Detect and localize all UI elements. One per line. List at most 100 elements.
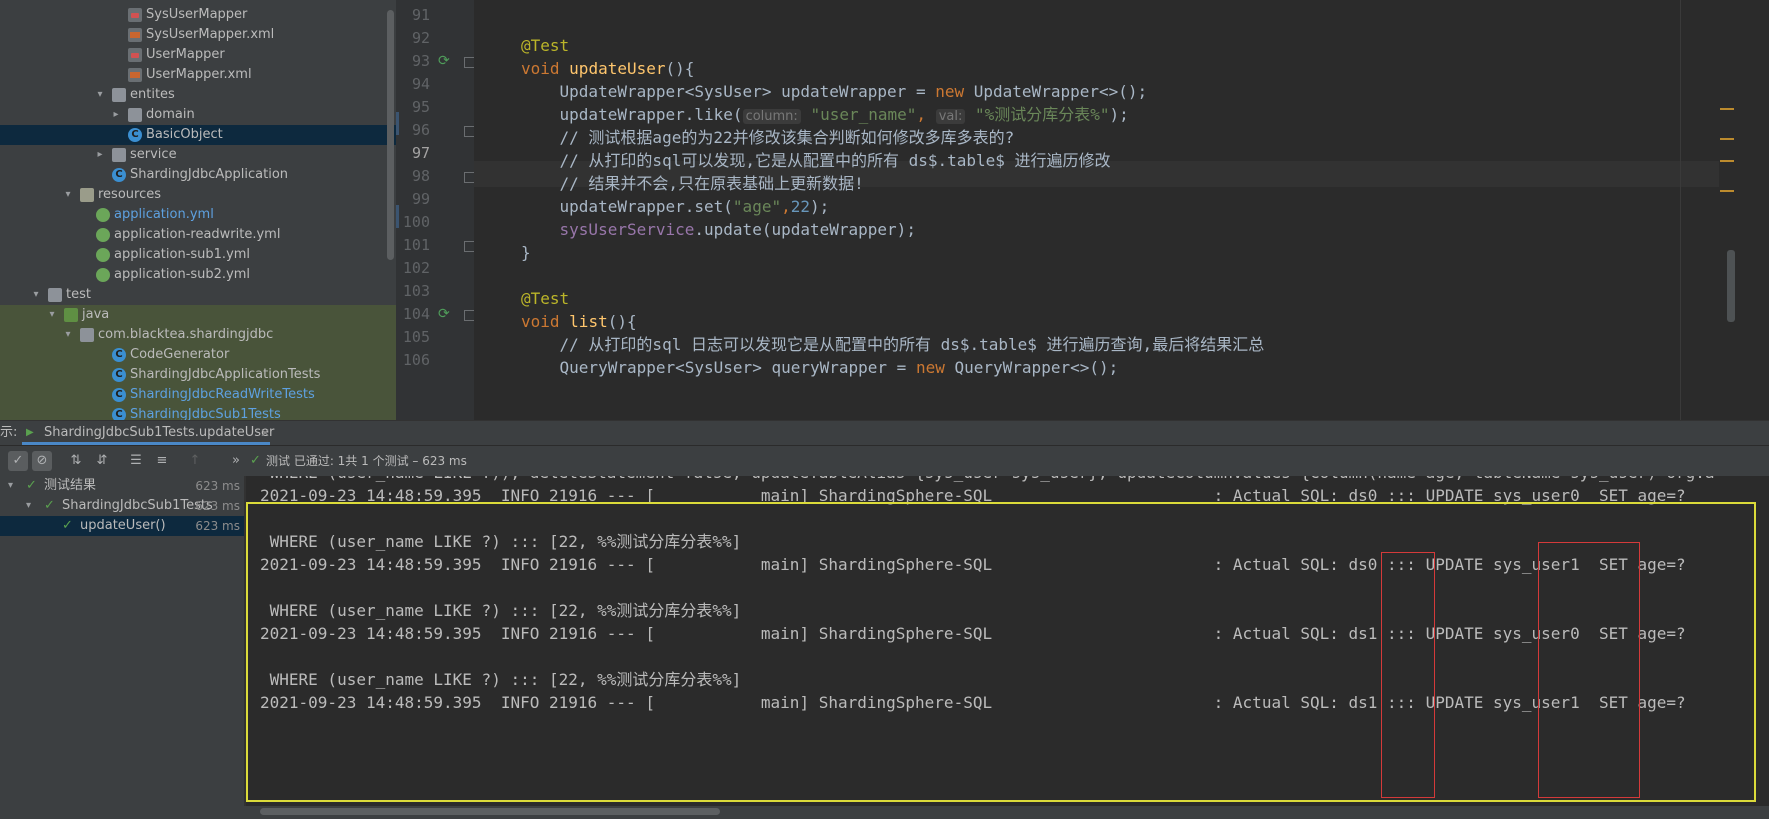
- code-line-106: QueryWrapper<SysUser> queryWrapper = new…: [521, 355, 1119, 381]
- chevron-down-icon[interactable]: ▾: [46, 305, 58, 325]
- run-test-icon[interactable]: ⟳: [438, 53, 450, 69]
- code-text: updateWrapper.set(: [521, 197, 733, 216]
- project-tree-item[interactable]: ▾ test: [0, 285, 396, 305]
- chevron-down-icon[interactable]: ▾: [30, 285, 42, 305]
- project-tree-item[interactable]: CodeGenerator: [0, 345, 396, 365]
- line-number[interactable]: 96: [396, 121, 430, 139]
- project-tree-scrollbar[interactable]: [387, 10, 394, 260]
- collapse-all-icon[interactable]: ≡: [152, 451, 172, 471]
- line-number[interactable]: 97: [396, 144, 430, 162]
- chevron-down-icon[interactable]: ▾: [8, 476, 13, 496]
- folder-icon: [112, 148, 126, 162]
- xml-icon: [128, 28, 142, 42]
- project-tree-item[interactable]: ShardingJdbcApplication: [0, 165, 396, 185]
- line-number[interactable]: 95: [396, 98, 430, 116]
- test-tree-class[interactable]: ▾ ✓ ShardingJdbcSub1Tests 623 ms: [0, 496, 244, 516]
- project-tree-item-label: application-readwrite.yml: [114, 227, 281, 242]
- code-editor[interactable]: @Test void updateUser(){ UpdateWrapper<S…: [474, 0, 1769, 420]
- project-tree-item-label: BasicObject: [146, 127, 223, 142]
- project-tree-item[interactable]: UserMapper.xml: [0, 65, 396, 85]
- sort-alpha-icon[interactable]: ⇅: [66, 451, 86, 471]
- line-number[interactable]: 92: [396, 29, 430, 47]
- line-number[interactable]: 100: [396, 213, 430, 231]
- code-text: .update(updateWrapper);: [694, 220, 916, 239]
- console-output[interactable]: 2021-09-23 14:48:59.394 INFO 21916 --- […: [246, 476, 1769, 806]
- chevron-down-icon[interactable]: ▾: [62, 185, 74, 205]
- console-horizontal-scrollbar[interactable]: [260, 808, 720, 815]
- project-tree-item-label: application-sub1.yml: [114, 247, 251, 262]
- previous-failed-icon[interactable]: ↑: [185, 451, 205, 471]
- project-tree-item[interactable]: ShardingJdbcApplicationTests: [0, 365, 396, 385]
- test-results-tree: ▾ ✓ 测试结果 623 ms ▾ ✓ ShardingJdbcSub1Test…: [0, 476, 244, 819]
- show-passed-icon[interactable]: ✓: [8, 451, 28, 471]
- sort-duration-icon[interactable]: ⇵: [92, 451, 112, 471]
- project-tree-item[interactable]: ▾ com.blacktea.shardingjdbc: [0, 325, 396, 345]
- line-number[interactable]: 99: [396, 190, 430, 208]
- line-number[interactable]: 104: [396, 305, 430, 323]
- project-tree: SysUserMapper SysUserMapper.xml UserMapper…: [0, 0, 396, 420]
- line-number[interactable]: 98: [396, 167, 430, 185]
- project-tree-item-label: service: [130, 147, 177, 162]
- warning-stripe[interactable]: [1720, 138, 1734, 140]
- class-icon: [112, 368, 126, 382]
- line-number[interactable]: 91: [396, 6, 430, 24]
- chevron-down-icon[interactable]: ▾: [62, 325, 74, 345]
- expand-all-icon[interactable]: ☰: [126, 451, 146, 471]
- project-tree-item-label: java: [82, 307, 110, 322]
- line-number[interactable]: 94: [396, 75, 430, 93]
- project-tree-item[interactable]: application.yml: [0, 205, 396, 225]
- project-tree-item[interactable]: ▾ resources: [0, 185, 396, 205]
- highlight-box: [246, 502, 1756, 802]
- keyword: new: [915, 358, 945, 377]
- folder-icon: [112, 88, 126, 102]
- show-ignored-icon[interactable]: ⊘: [32, 451, 52, 471]
- annotation: @Test: [521, 36, 570, 55]
- line-number[interactable]: 102: [396, 259, 430, 277]
- project-tree-item[interactable]: application-readwrite.yml: [0, 225, 396, 245]
- resources-folder-icon: [80, 188, 94, 202]
- test-passed-icon: ✓: [44, 498, 55, 513]
- project-tree-item-label: domain: [146, 107, 195, 122]
- mapper-icon: [128, 48, 142, 62]
- chevron-down-icon[interactable]: ▾: [94, 85, 106, 105]
- project-tree-item[interactable]: ▸ service: [0, 145, 396, 165]
- warning-stripe[interactable]: [1720, 190, 1734, 192]
- project-tree-item[interactable]: ▸ domain: [0, 105, 396, 125]
- line-number[interactable]: 101: [396, 236, 430, 254]
- editor-scrollbar[interactable]: [1727, 250, 1735, 322]
- line-number[interactable]: 103: [396, 282, 430, 300]
- test-tree-label: 测试结果: [44, 478, 97, 493]
- project-tree-item[interactable]: ShardingJdbcSub1Tests: [0, 405, 396, 420]
- project-tree-item[interactable]: SysUserMapper: [0, 5, 396, 25]
- run-test-icon[interactable]: ⟳: [438, 306, 450, 322]
- project-tree-item-label: ShardingJdbcReadWriteTests: [130, 387, 315, 402]
- project-tree-item[interactable]: BasicObject: [0, 125, 396, 145]
- warning-stripe[interactable]: [1720, 160, 1734, 162]
- project-tree-item-label: ShardingJdbcSub1Tests: [130, 407, 281, 420]
- warning-stripe[interactable]: [1720, 108, 1734, 110]
- line-number[interactable]: 93: [396, 52, 430, 70]
- project-tree-item[interactable]: SysUserMapper.xml: [0, 25, 396, 45]
- chevron-right-icon[interactable]: ▸: [94, 145, 106, 165]
- code-line-100: sysUserService.update(updateWrapper);: [521, 217, 916, 243]
- string-literal: "%测试分库分表%": [975, 105, 1110, 124]
- chevron-right-icon[interactable]: ▸: [110, 105, 122, 125]
- code-line-101: }: [521, 243, 531, 262]
- project-tree-item-label: application-sub2.yml: [114, 267, 251, 282]
- project-tree-item[interactable]: ShardingJdbcReadWriteTests: [0, 385, 396, 405]
- project-tree-item-label: SysUserMapper.xml: [146, 27, 275, 42]
- test-status-text: 测试 已通过: 1共 1 个测试 – 623 ms: [266, 454, 467, 468]
- project-tree-item[interactable]: UserMapper: [0, 45, 396, 65]
- more-actions-icon[interactable]: »: [226, 451, 246, 471]
- project-tree-item[interactable]: ▾ entites: [0, 85, 396, 105]
- project-tree-item[interactable]: application-sub1.yml: [0, 245, 396, 265]
- project-tree-item[interactable]: application-sub2.yml: [0, 265, 396, 285]
- test-tree-method[interactable]: ✓ updateUser() 623 ms: [0, 516, 244, 536]
- test-duration: 623 ms: [195, 479, 240, 493]
- chevron-down-icon[interactable]: ▾: [26, 496, 31, 516]
- line-number[interactable]: 106: [396, 351, 430, 369]
- project-tree-item[interactable]: ▾ java: [0, 305, 396, 325]
- line-number[interactable]: 105: [396, 328, 430, 346]
- test-tree-root[interactable]: ▾ ✓ 测试结果 623 ms: [0, 476, 244, 496]
- class-icon: [112, 408, 126, 420]
